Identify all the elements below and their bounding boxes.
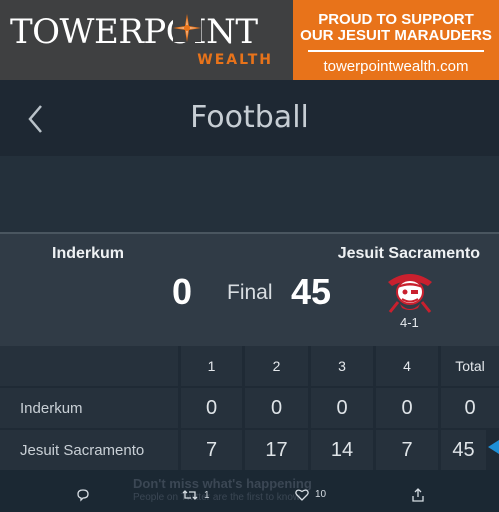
table-cell-score: 17: [245, 430, 308, 470]
table-cell-score: 0: [245, 388, 308, 428]
page-title: Football: [190, 100, 309, 135]
reply-icon: [77, 489, 89, 502]
logo-subtitle: WEALTH: [197, 52, 273, 68]
winner-marker-icon: [488, 440, 499, 454]
game-status: Final: [227, 281, 273, 304]
away-team-name: Jesuit Sacramento: [337, 245, 480, 262]
table-row-team: Jesuit Sacramento: [0, 430, 178, 470]
retweet-button[interactable]: 1: [182, 488, 210, 502]
table-header-blank: [0, 346, 178, 386]
blank-band: [0, 156, 499, 232]
away-score: 45: [291, 271, 332, 312]
share-icon: [412, 488, 424, 502]
table-cell-score: 0: [376, 388, 438, 428]
retweet-icon: [182, 490, 198, 500]
quarter-1-header: 1: [181, 346, 242, 386]
table-cell-score: 7: [376, 430, 438, 470]
like-count: 10: [315, 489, 327, 500]
home-score: 0: [172, 271, 193, 312]
retweet-count: 1: [204, 489, 210, 501]
promo-line-2: OUR JESUIT MARAUDERS: [300, 27, 492, 44]
table-cell-total: 45: [441, 430, 486, 470]
quarter-3-header: 3: [311, 346, 373, 386]
table-cell-score: 0: [181, 388, 242, 428]
away-team-record: 4-1: [400, 315, 419, 330]
home-team-name: Inderkum: [52, 245, 125, 262]
tweet-prompt-subline: People on Twitter are the first to know.: [133, 492, 303, 503]
table-cell-total: 0: [441, 388, 499, 428]
reply-button[interactable]: [76, 488, 90, 502]
promo-divider: [308, 50, 484, 52]
towerpoint-logo: TOWERPOINT WEALTH: [0, 0, 293, 80]
logo-text: TOWERPOINT: [10, 12, 258, 52]
quarter-2-header: 2: [245, 346, 308, 386]
table-cell-score: 0: [311, 388, 373, 428]
linescore-table: 1 2 3 4 Total Inderkum 0 0 0 0 0 Jesuit …: [0, 346, 499, 470]
promo-url-link[interactable]: towerpointwealth.com: [293, 58, 499, 75]
promo-panel[interactable]: PROUD TO SUPPORT OUR JESUIT MARAUDERS to…: [293, 0, 499, 80]
table-row-team: Inderkum: [0, 388, 178, 428]
share-button[interactable]: [411, 488, 425, 502]
promo-line-1: PROUD TO SUPPORT: [318, 11, 474, 28]
sponsor-banner[interactable]: TOWERPOINT WEALTH PROUD TO SUPPORT OUR J…: [0, 0, 499, 80]
compass-star-icon: [173, 14, 201, 42]
like-button[interactable]: 10: [295, 488, 326, 501]
quarter-4-header: 4: [376, 346, 438, 386]
total-header: Total: [441, 346, 499, 386]
like-icon: [295, 489, 309, 501]
table-cell-score: 14: [311, 430, 373, 470]
pirate-mascot-icon: [388, 274, 432, 313]
tweet-prompt-headline: Don't miss what's happening: [133, 476, 312, 491]
table-cell-score: 7: [181, 430, 242, 470]
